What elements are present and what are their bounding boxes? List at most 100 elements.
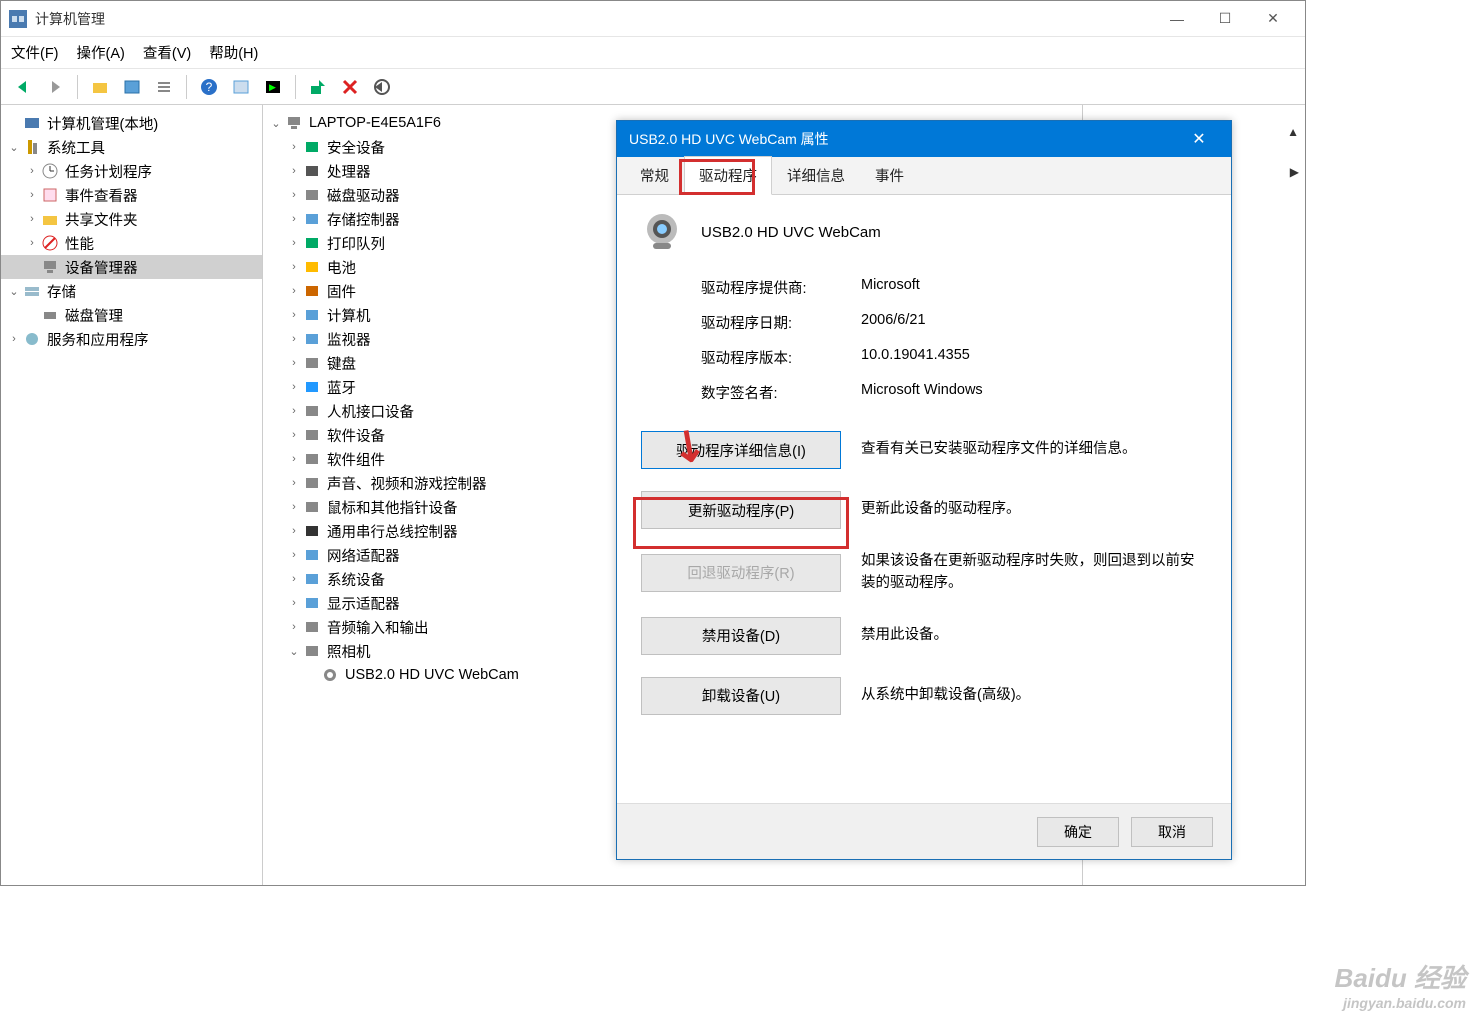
label: 共享文件夹 [65, 209, 138, 230]
device-category-label: 电池 [327, 257, 356, 278]
device-category-icon [303, 138, 323, 156]
scan-icon[interactable] [305, 74, 331, 100]
device-category-icon [303, 282, 323, 300]
forward-button[interactable] [42, 74, 68, 100]
label: USB2.0 HD UVC WebCam [345, 667, 519, 683]
tab-general[interactable]: 常规 [625, 156, 684, 195]
label: LAPTOP-E4E5A1F6 [309, 115, 441, 131]
device-category-label: 磁盘驱动器 [327, 185, 400, 206]
delete-icon[interactable] [337, 74, 363, 100]
info-provider: 驱动程序提供商:Microsoft [641, 277, 1207, 298]
device-header: USB2.0 HD UVC WebCam [641, 211, 1207, 253]
tree-system-tools[interactable]: ⌄系统工具 [1, 135, 262, 159]
device-category-icon [303, 186, 323, 204]
info-date: 驱动程序日期:2006/6/21 [641, 312, 1207, 333]
dialog-title: USB2.0 HD UVC WebCam 属性 [629, 129, 1179, 149]
reload-icon[interactable] [369, 74, 395, 100]
menu-file[interactable]: 文件(F) [11, 42, 59, 63]
device-category-label: 鼠标和其他指针设备 [327, 497, 458, 518]
tab-events[interactable]: 事件 [860, 156, 919, 195]
device-category-icon [303, 426, 323, 444]
row-rollback: 回退驱动程序(R) 如果该设备在更新驱动程序时失败，则回退到以前安装的驱动程序。 [641, 551, 1207, 595]
device-category-label: 系统设备 [327, 569, 385, 590]
window-titlebar: 计算机管理 — ☐ ✕ [1, 1, 1305, 37]
help-icon[interactable]: ? [196, 74, 222, 100]
device-category-label: 存储控制器 [327, 209, 400, 230]
properties-icon[interactable] [119, 74, 145, 100]
dialog-footer: 确定 取消 [617, 803, 1231, 859]
device-category-label: 通用串行总线控制器 [327, 521, 458, 542]
row-uninstall: 卸载设备(U) 从系统中卸载设备(高级)。 [641, 677, 1207, 715]
row-driver-details: 驱动程序详细信息(I) 查看有关已安装驱动程序文件的详细信息。 [641, 431, 1207, 469]
uninstall-device-button[interactable]: 卸载设备(U) [641, 677, 841, 715]
folder-icon[interactable] [87, 74, 113, 100]
menu-view[interactable]: 查看(V) [143, 42, 191, 63]
rollback-driver-button: 回退驱动程序(R) [641, 554, 841, 592]
rollback-desc: 如果该设备在更新驱动程序时失败，则回退到以前安装的驱动程序。 [861, 551, 1207, 595]
device-category-label: 人机接口设备 [327, 401, 414, 422]
label: 存储 [47, 281, 76, 302]
tree-root[interactable]: 计算机管理(本地) [1, 111, 262, 135]
tree-services-apps[interactable]: ›服务和应用程序 [1, 327, 262, 351]
maximize-button[interactable]: ☐ [1201, 3, 1249, 35]
label: 服务和应用程序 [47, 329, 149, 350]
device-category-label: 声音、视频和游戏控制器 [327, 473, 487, 494]
back-button[interactable] [10, 74, 36, 100]
label: 事件查看器 [65, 185, 138, 206]
device-category-icon [303, 330, 323, 348]
menu-help[interactable]: 帮助(H) [209, 42, 258, 63]
device-category-label: 蓝牙 [327, 377, 356, 398]
console-icon[interactable]: ▶ [260, 74, 286, 100]
disable-device-button[interactable]: 禁用设备(D) [641, 617, 841, 655]
cancel-button[interactable]: 取消 [1131, 817, 1213, 847]
window-title: 计算机管理 [35, 9, 1153, 29]
list-icon[interactable] [151, 74, 177, 100]
view-detail-icon[interactable] [228, 74, 254, 100]
device-category-icon [303, 450, 323, 468]
tree-performance[interactable]: ›性能 [1, 231, 262, 255]
tree-disk-management[interactable]: 磁盘管理 [1, 303, 262, 327]
device-category-icon [303, 162, 323, 180]
tree-shared-folders[interactable]: ›共享文件夹 [1, 207, 262, 231]
device-name: USB2.0 HD UVC WebCam [701, 224, 881, 241]
tree-event-viewer[interactable]: ›事件查看器 [1, 183, 262, 207]
tree-task-scheduler[interactable]: ›任务计划程序 [1, 159, 262, 183]
device-category-icon [303, 618, 323, 636]
more-icon[interactable]: ▶ [1290, 165, 1299, 179]
label: 性能 [65, 233, 94, 254]
close-button[interactable]: ✕ [1249, 3, 1297, 35]
label: 系统工具 [47, 137, 105, 158]
scroll-up-icon[interactable]: ▲ [1287, 125, 1299, 139]
ok-button[interactable]: 确定 [1037, 817, 1119, 847]
device-category-icon [303, 258, 323, 276]
device-category-label: 处理器 [327, 161, 371, 182]
label: 磁盘管理 [65, 305, 123, 326]
tree-device-manager[interactable]: 设备管理器 [1, 255, 262, 279]
left-tree-pane: 计算机管理(本地) ⌄系统工具 ›任务计划程序 ›事件查看器 ›共享文件夹 ›性… [1, 105, 263, 885]
device-category-icon [303, 594, 323, 612]
device-category-label: 打印队列 [327, 233, 385, 254]
menu-action[interactable]: 操作(A) [77, 42, 125, 63]
tree-storage[interactable]: ⌄存储 [1, 279, 262, 303]
device-category-label: 监视器 [327, 329, 371, 350]
svg-text:?: ? [206, 80, 213, 94]
dialog-close-button[interactable]: ✕ [1179, 129, 1219, 149]
info-version: 驱动程序版本:10.0.19041.4355 [641, 347, 1207, 368]
device-category-label: 网络适配器 [327, 545, 400, 566]
device-category-label: 音频输入和输出 [327, 617, 429, 638]
info-signer: 数字签名者:Microsoft Windows [641, 382, 1207, 403]
device-category-icon [303, 210, 323, 228]
annotation-button-highlight [633, 497, 849, 549]
svg-text:▶: ▶ [269, 82, 276, 92]
device-category-icon [303, 354, 323, 372]
device-category-label: 照相机 [327, 641, 371, 662]
device-category-icon [303, 306, 323, 324]
webcam-icon [641, 211, 683, 253]
driver-details-desc: 查看有关已安装驱动程序文件的详细信息。 [861, 439, 1207, 461]
device-category-icon [303, 474, 323, 492]
tab-details[interactable]: 详细信息 [772, 156, 860, 195]
label: 任务计划程序 [65, 161, 152, 182]
watermark: Baidu 经验 jingyan.baidu.com [1335, 958, 1466, 1011]
minimize-button[interactable]: — [1153, 3, 1201, 35]
device-category-icon [303, 498, 323, 516]
